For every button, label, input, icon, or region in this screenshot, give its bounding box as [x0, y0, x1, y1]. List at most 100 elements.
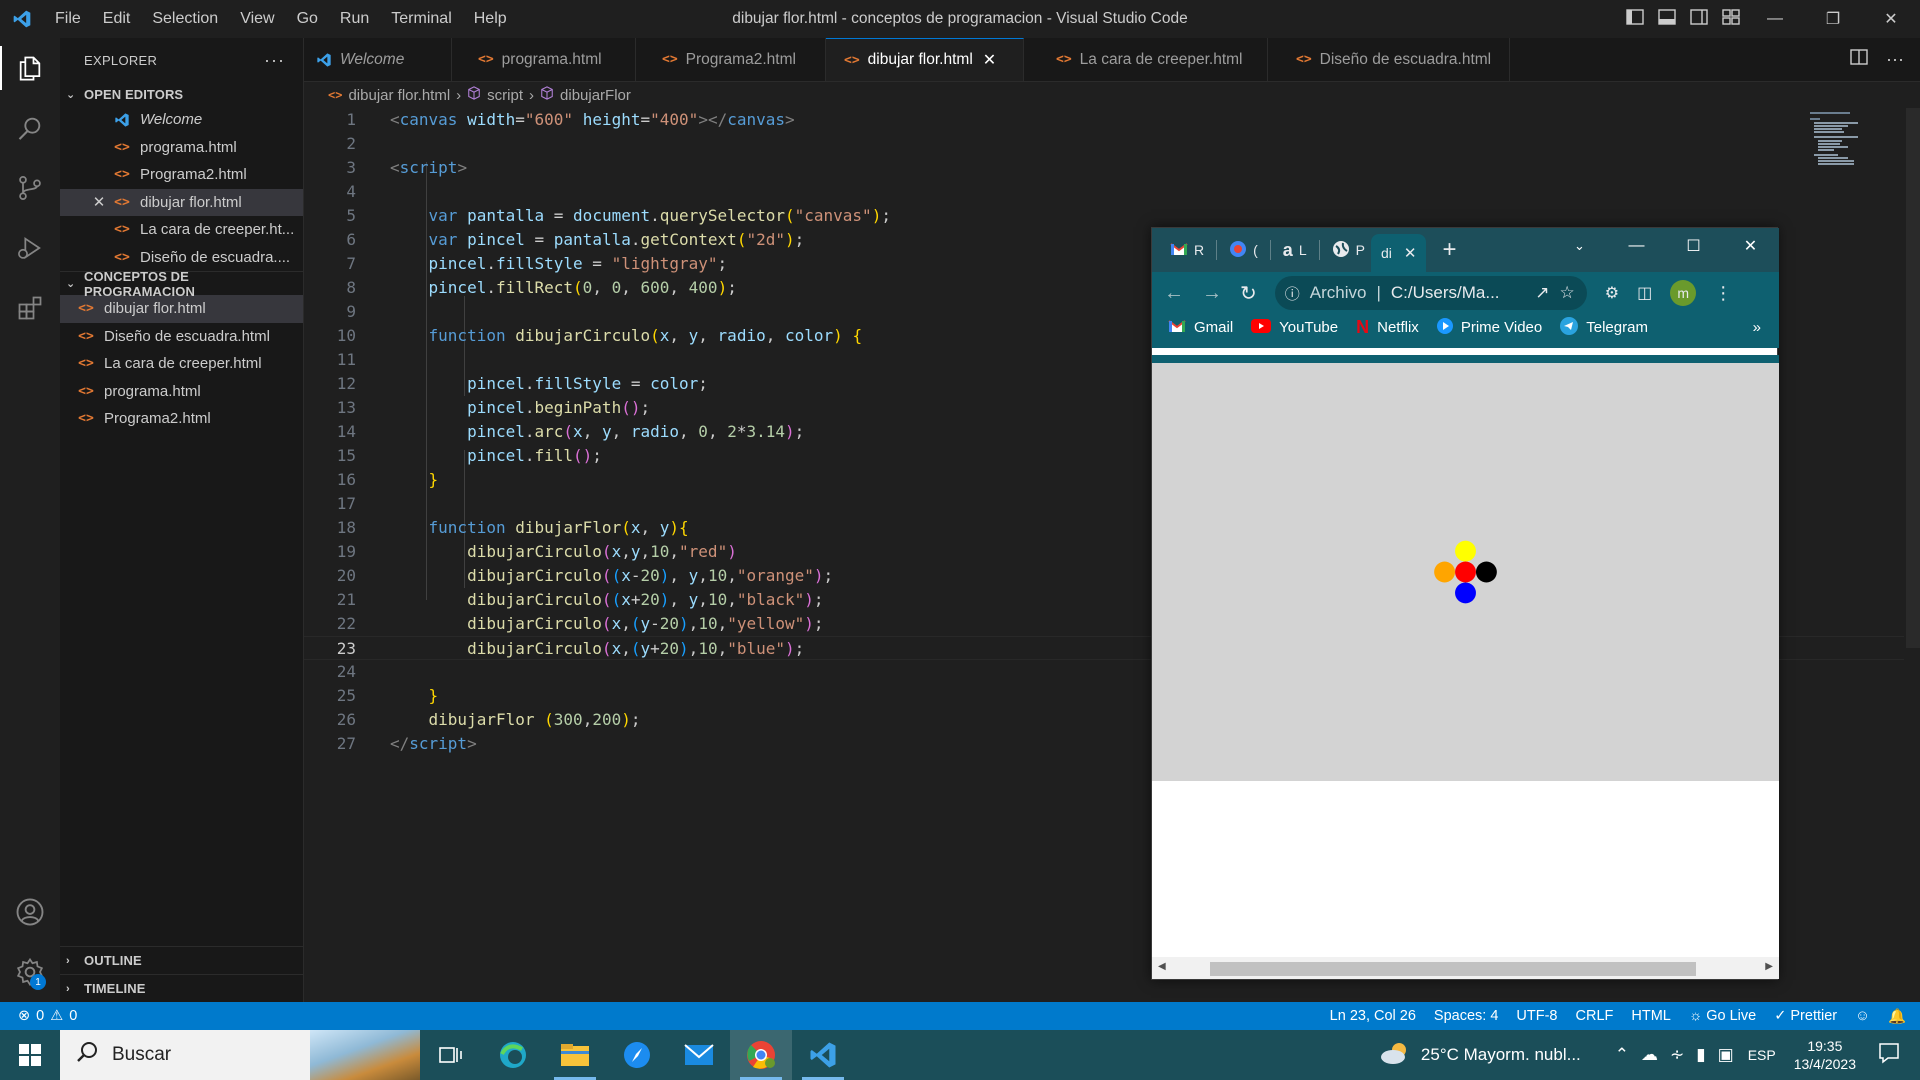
line-endings[interactable]: CRLF [1576, 1008, 1614, 1024]
bookmark-telegram[interactable]: Telegram [1560, 316, 1648, 339]
horizontal-scrollbar[interactable]: ◀ ▶ [1152, 957, 1779, 979]
open-editor-programa2[interactable]: <> Programa2.html [60, 161, 303, 189]
reload-icon[interactable]: ↻ [1240, 281, 1257, 306]
problems-indicator[interactable]: ⊗ 0 ⚠ 0 [0, 1008, 77, 1024]
folder-file-creeper[interactable]: <> La cara de creeper.html [60, 350, 303, 378]
close-tab-icon[interactable]: ✕ [983, 50, 996, 70]
tab-dibujar-flor[interactable]: <> dibujar flor.html ✕ [826, 38, 1024, 81]
more-bookmarks-icon[interactable]: » [1753, 319, 1761, 336]
chrome-icon[interactable] [730, 1030, 792, 1080]
open-editor-escuadra[interactable]: <> Diseño de escuadra.... [60, 244, 303, 272]
breadcrumb-section[interactable]: script [487, 87, 523, 104]
close-editor-icon[interactable]: ✕ [88, 193, 110, 211]
cursor-position[interactable]: Ln 23, Col 26 [1330, 1008, 1416, 1024]
vscode-taskbar-icon[interactable] [792, 1030, 854, 1080]
language-mode[interactable]: HTML [1631, 1008, 1670, 1024]
browser-tab-notification[interactable]: ( [1223, 232, 1277, 268]
browser-tab-web[interactable]: P [1326, 232, 1371, 268]
notification-center-icon[interactable] [1878, 1042, 1900, 1069]
go-live-button[interactable]: ☼ Go Live [1689, 1008, 1756, 1024]
tab-programa[interactable]: <> programa.html [452, 38, 636, 81]
clock[interactable]: 19:35 13/4/2023 [1794, 1037, 1856, 1073]
browser-viewport[interactable] [1152, 355, 1779, 958]
mail-icon[interactable] [668, 1030, 730, 1080]
notifications-bell-icon[interactable]: 🔔 [1888, 1008, 1906, 1025]
folder-file-dibujar-flor[interactable]: <> dibujar flor.html [60, 295, 303, 323]
breadcrumb-symbol[interactable]: dibujarFlor [560, 87, 631, 104]
folder-header[interactable]: ⌄ CONCEPTOS DE PROGRAMACION [60, 269, 303, 299]
language-indicator[interactable]: ESP [1748, 1047, 1776, 1063]
open-editor-dibujar-flor[interactable]: ✕ <> dibujar flor.html [60, 188, 303, 216]
tab-creeper[interactable]: <> La cara de creeper.html [1024, 38, 1268, 81]
extensions-puzzle-icon[interactable]: ⚙ [1605, 283, 1619, 303]
profile-avatar[interactable]: m [1670, 280, 1697, 306]
settings-gear-icon[interactable]: 1 [0, 942, 60, 1002]
open-editor-welcome[interactable]: Welcome [60, 106, 303, 134]
breadcrumb-file[interactable]: dibujar flor.html [348, 87, 450, 104]
restore-icon[interactable]: ❐ [1804, 0, 1862, 38]
open-editor-programa[interactable]: <> programa.html [60, 134, 303, 162]
toggle-secondary-sidebar-icon[interactable] [1690, 8, 1708, 30]
task-view-icon[interactable] [420, 1030, 482, 1080]
share-icon[interactable]: ↗ [1535, 283, 1549, 303]
run-debug-icon[interactable] [0, 218, 60, 278]
side-panel-icon[interactable]: ◫ [1637, 283, 1652, 303]
back-icon[interactable]: ← [1164, 282, 1184, 305]
menu-terminal[interactable]: Terminal [380, 0, 462, 38]
minimize-icon[interactable]: — [1608, 228, 1665, 264]
bookmark-netflix[interactable]: N Netflix [1356, 317, 1419, 338]
display-icon[interactable]: ▣ [1718, 1045, 1734, 1065]
windows-start-icon[interactable] [0, 1030, 60, 1080]
more-actions-icon[interactable]: ··· [264, 50, 285, 71]
close-icon[interactable]: ✕ [1862, 0, 1920, 38]
battery-icon[interactable]: ▮ [1696, 1045, 1705, 1065]
toggle-panel-icon[interactable] [1658, 8, 1676, 30]
scroll-left-icon[interactable]: ◀ [1158, 961, 1166, 972]
edge-icon[interactable] [482, 1030, 544, 1080]
encoding[interactable]: UTF-8 [1516, 1008, 1557, 1024]
search-icon[interactable] [0, 98, 60, 158]
menu-edit[interactable]: Edit [92, 0, 142, 38]
outline-header[interactable]: › OUTLINE [60, 946, 303, 974]
indentation[interactable]: Spaces: 4 [1434, 1008, 1499, 1024]
onedrive-icon[interactable]: ☁ [1641, 1045, 1658, 1065]
browser-tab-alura[interactable]: a L [1277, 232, 1326, 268]
more-actions-icon[interactable]: ··· [1886, 49, 1904, 70]
weather-text[interactable]: 25°C Mayorm. nubl... [1421, 1045, 1581, 1065]
menu-kebab-icon[interactable]: ⋮ [1714, 283, 1732, 304]
menu-go[interactable]: Go [286, 0, 329, 38]
feedback-icon[interactable]: ☺ [1855, 1008, 1870, 1024]
split-editor-icon[interactable] [1850, 49, 1868, 70]
menu-file[interactable]: File [44, 0, 92, 38]
browser-tab-gmail[interactable]: R [1152, 232, 1223, 268]
folder-file-programa[interactable]: <> programa.html [60, 378, 303, 406]
chevron-up-icon[interactable]: ⌃ [1615, 1045, 1629, 1065]
source-control-icon[interactable] [0, 158, 60, 218]
tab-programa2[interactable]: <> Programa2.html [636, 38, 826, 81]
forward-icon[interactable]: → [1202, 282, 1222, 305]
menu-selection[interactable]: Selection [141, 0, 229, 38]
maximize-icon[interactable]: ☐ [1665, 228, 1722, 264]
scrollbar-thumb[interactable] [1210, 962, 1696, 976]
extensions-icon[interactable] [0, 278, 60, 338]
explorer-icon[interactable] [0, 38, 60, 98]
menu-help[interactable]: Help [463, 0, 518, 38]
close-tab-icon[interactable]: ✕ [1404, 244, 1417, 262]
new-tab-button[interactable]: + [1426, 232, 1462, 268]
tab-escuadra[interactable]: <> Diseño de escuadra.html [1268, 38, 1510, 81]
weather-icon[interactable] [1379, 1040, 1411, 1071]
bookmark-youtube[interactable]: YouTube [1251, 318, 1338, 337]
customize-layout-icon[interactable] [1722, 8, 1740, 30]
open-editors-header[interactable]: ⌄ OPEN EDITORS [60, 82, 303, 106]
bookmark-gmail[interactable]: Gmail [1168, 319, 1233, 337]
menu-run[interactable]: Run [329, 0, 380, 38]
safari-compass-icon[interactable] [606, 1030, 668, 1080]
wifi-icon[interactable]: ∻ [1670, 1045, 1684, 1065]
file-explorer-icon[interactable] [544, 1030, 606, 1080]
taskbar-search[interactable]: Buscar [60, 1030, 420, 1080]
bookmark-prime-video[interactable]: Prime Video [1436, 317, 1542, 338]
minimap[interactable] [1806, 108, 1906, 1002]
toggle-primary-sidebar-icon[interactable] [1626, 8, 1644, 30]
tab-search-icon[interactable]: ⌄ [1551, 228, 1608, 264]
folder-file-programa2[interactable]: <> Programa2.html [60, 405, 303, 433]
